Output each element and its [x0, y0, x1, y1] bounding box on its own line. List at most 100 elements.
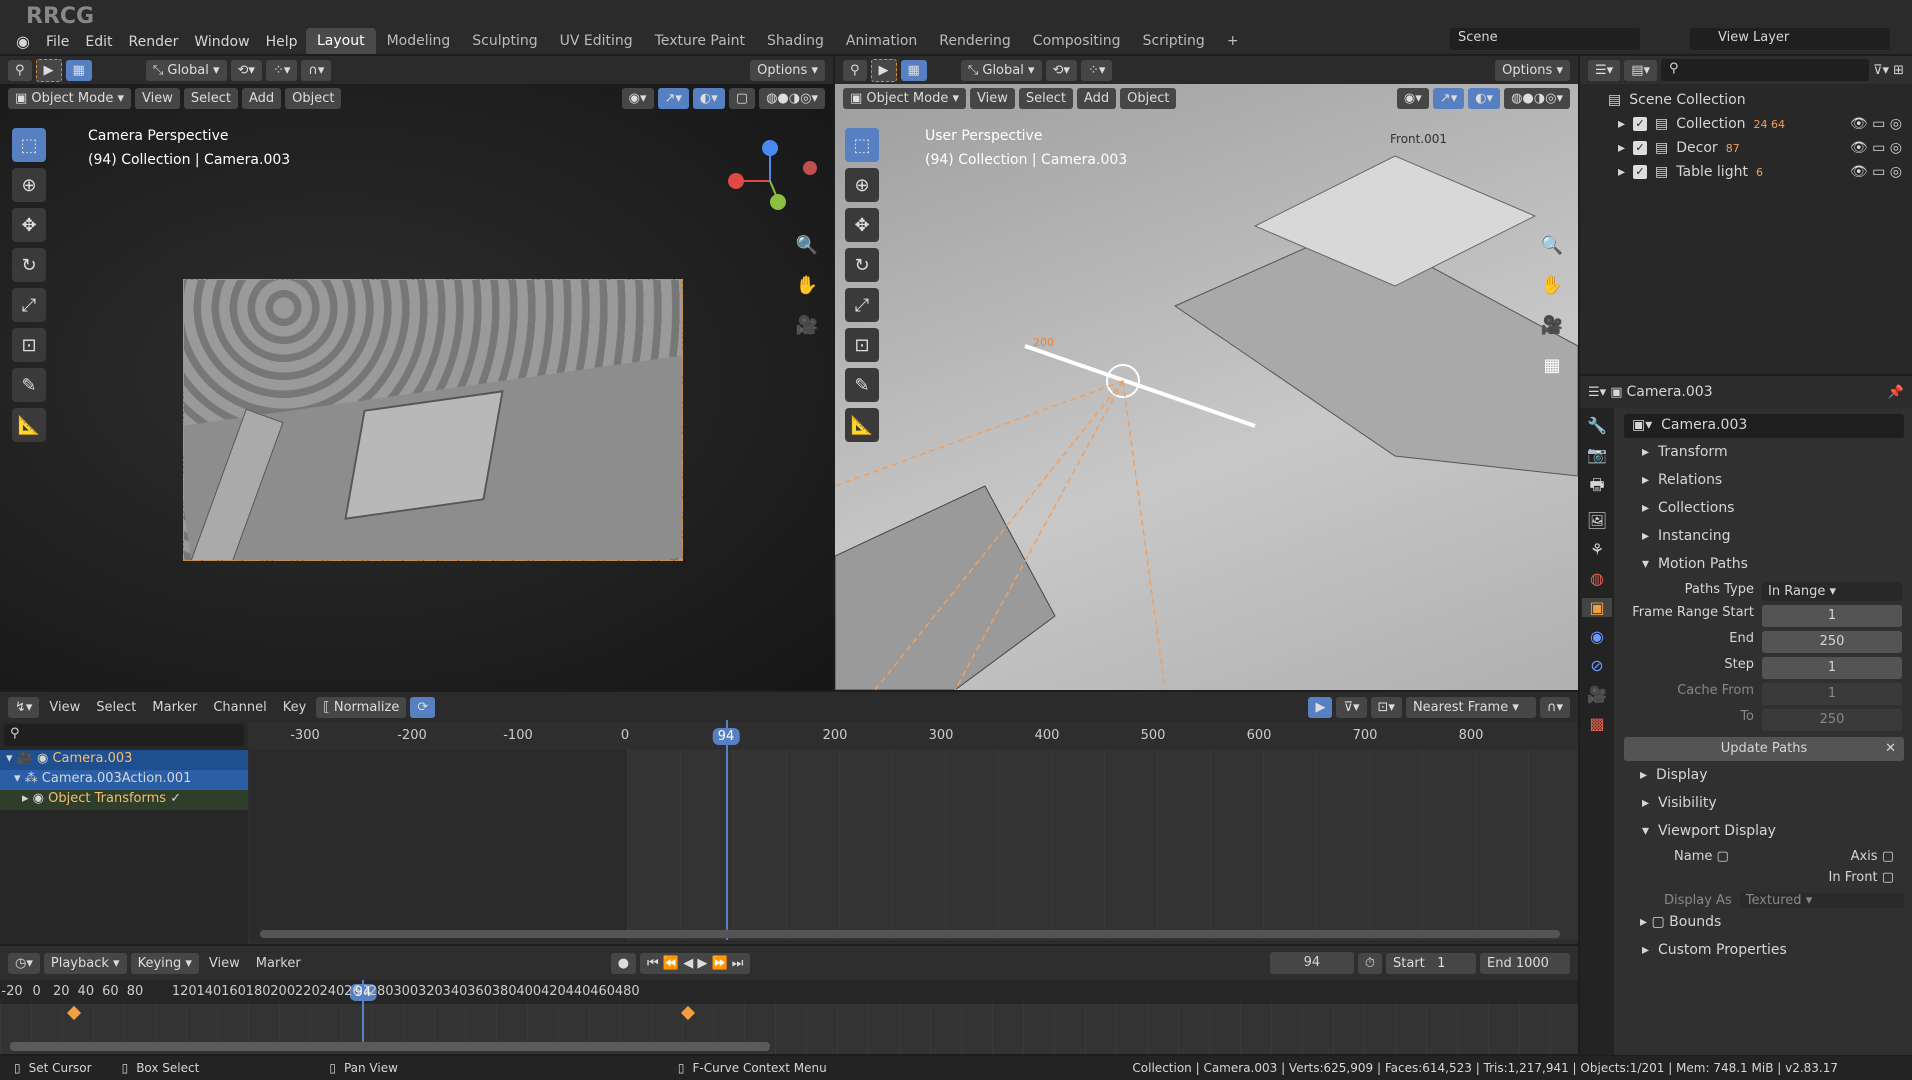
mode-dropdown[interactable]: ▣ Object Mode ▾ [8, 87, 131, 109]
tab-compositing[interactable]: Compositing [1022, 28, 1132, 54]
xray-icon[interactable]: ▢ [728, 87, 756, 109]
filter-icon[interactable]: ⊽▾ [1873, 63, 1889, 78]
keyframe-diamond[interactable] [680, 1005, 696, 1021]
name-toggle[interactable]: Name ▢ [1674, 849, 1729, 864]
editor-type-icon[interactable]: ↯▾ [8, 696, 40, 718]
tab-texture-paint[interactable]: Texture Paint [644, 28, 756, 54]
snap-icon[interactable]: ⁘▾ [265, 59, 298, 81]
current-frame-badge[interactable]: 94 [712, 728, 740, 745]
editor-type-icon[interactable]: ◷▾ [8, 952, 40, 974]
visibility-icons[interactable]: 👁 ▭ ◎ [1850, 164, 1902, 180]
tool-tab-icon[interactable]: 🔧 [1587, 416, 1607, 435]
scale-icon[interactable]: ⤢ [12, 288, 46, 322]
orientation-dropdown[interactable]: ⤡ Global ▾ [145, 59, 227, 81]
menu-add[interactable]: Add [241, 87, 282, 109]
menu-edit[interactable]: Edit [77, 30, 120, 54]
tab-rendering[interactable]: Rendering [928, 28, 1022, 54]
scene-collection-row[interactable]: ▤ Scene Collection [1580, 88, 1912, 112]
outliner-item-decor[interactable]: ▸ ✓ ▤ Decor 87 👁 ▭ ◎ [1580, 136, 1912, 160]
pivot-icon[interactable]: ⊡▾ [1370, 696, 1402, 718]
panel-relations[interactable]: ▸ Relations [1624, 466, 1904, 494]
menu-help[interactable]: Help [258, 30, 306, 54]
camera-view-icon[interactable]: 🎥 [790, 308, 824, 342]
keyframe-diamond[interactable] [66, 1005, 82, 1021]
graph-area[interactable] [250, 720, 1578, 942]
tab-scripting[interactable]: Scripting [1132, 28, 1216, 54]
editor-type-icon[interactable]: ☰▾ [1588, 385, 1606, 400]
proportional-icon[interactable]: ∩▾ [1539, 696, 1570, 718]
graph-editor[interactable]: ↯▾ View Select Marker Channel Key ⟦ Norm… [0, 692, 1578, 944]
end-field[interactable]: 250 [1762, 631, 1902, 653]
playhead-line[interactable] [362, 980, 364, 1048]
zoom-icon[interactable]: 🔍 [1535, 228, 1569, 262]
move-icon[interactable]: ✥ [12, 208, 46, 242]
select-tool-icon[interactable]: ▶ [35, 58, 62, 82]
panel-viewport-display[interactable]: ▾ Viewport Display [1624, 817, 1904, 845]
zoom-icon[interactable]: 🔍 [790, 228, 824, 262]
rotate-icon[interactable]: ↻ [845, 248, 879, 282]
tab-uv-editing[interactable]: UV Editing [549, 28, 644, 54]
measure-icon[interactable]: 📐 [845, 408, 879, 442]
physics-tab-icon[interactable]: ◉ [1590, 627, 1604, 646]
menu-window[interactable]: Window [186, 30, 257, 54]
user-viewport[interactable]: ⚲ ▶ ▦ ⤡ Global ▾ ⟲▾ ⁘▾ Options ▾ ▣ Objec… [835, 56, 1578, 690]
panel-display[interactable]: ▸ Display [1624, 761, 1904, 789]
horizontal-scrollbar[interactable] [10, 1042, 770, 1051]
world-tab-icon[interactable]: ◍ [1590, 569, 1604, 588]
measure-icon[interactable]: 📐 [12, 408, 46, 442]
menu-marker[interactable]: Marker [146, 700, 203, 715]
filter-icon[interactable]: ⊽▾ [1336, 696, 1367, 718]
visibility-icon[interactable]: ◉▾ [621, 87, 654, 109]
timeline[interactable]: ◷▾ Playback ▾ Keying ▾ View Marker ● ⏮ ⏪… [0, 946, 1578, 1054]
visibility-icons[interactable]: 👁 ▭ ◎ [1850, 140, 1902, 156]
timeline-track[interactable] [0, 980, 1578, 1054]
menu-render[interactable]: Render [121, 30, 187, 54]
bounds-toggle[interactable]: ▸ ▢ Bounds [1624, 908, 1904, 936]
panel-collections[interactable]: ▸ Collections [1624, 494, 1904, 522]
pan-hand-icon[interactable]: ✋ [790, 268, 824, 302]
frame-range-start-field[interactable]: 1 [1762, 605, 1902, 627]
tab-layout[interactable]: Layout [306, 28, 376, 54]
channel-action[interactable]: ▾ ⁂ Camera.003Action.001 [0, 770, 248, 790]
channel-search[interactable]: ⚲ [4, 724, 244, 746]
scene-selector[interactable]: Scene [1450, 28, 1640, 50]
filter-view-icon[interactable]: ▤▾ [1624, 59, 1657, 81]
expand-icon[interactable]: ▸ [1618, 140, 1625, 156]
ortho-grid-icon[interactable]: ▦ [1535, 348, 1569, 382]
in-front-toggle[interactable]: In Front ▢ [1624, 864, 1904, 885]
menu-view[interactable]: View [43, 700, 86, 715]
preview-range-icon[interactable]: ⏱ [1357, 952, 1382, 974]
expand-icon[interactable]: ▸ [1618, 116, 1625, 132]
menu-view[interactable]: View [203, 956, 246, 971]
timeline-ruler[interactable]: -200204060809412014016018020022024026028… [0, 980, 1578, 1004]
cursor-icon[interactable]: ⊕ [12, 168, 46, 202]
annotate-icon[interactable]: ✎ [12, 368, 46, 402]
constraints-tab-icon[interactable]: ⊘ [1590, 656, 1603, 675]
new-collection-icon[interactable]: ⊞ [1893, 63, 1904, 78]
tool-settings-icon[interactable]: ⚲ [8, 59, 32, 81]
panel-transform[interactable]: ▸ Transform [1624, 438, 1904, 466]
menu-file[interactable]: File [38, 30, 77, 54]
paths-type-dropdown[interactable]: In Range ▾ [1762, 582, 1902, 601]
exclude-checkbox[interactable]: ✓ [1633, 117, 1648, 131]
options-dropdown[interactable]: Options ▾ [750, 59, 825, 81]
transform-icon[interactable]: ⊡ [12, 328, 46, 362]
clear-paths-icon[interactable]: ✕ [1885, 737, 1896, 761]
object-tab-icon[interactable]: ▣ [1582, 598, 1612, 617]
outliner-item-collection[interactable]: ▸ ✓ ▤ Collection 24 64 👁 ▭ ◎ [1580, 112, 1912, 136]
overlay-icon[interactable]: ◐▾ [692, 87, 725, 109]
shading-modes-icon[interactable]: ◍●◑◎▾ [759, 87, 825, 109]
exclude-checkbox[interactable]: ✓ [1633, 165, 1648, 179]
outliner-search[interactable]: ⚲ [1661, 59, 1870, 81]
view-layer-selector[interactable]: View Layer [1690, 28, 1890, 50]
only-selected-icon[interactable]: ▶ [1308, 696, 1333, 718]
add-workspace-button[interactable]: + [1216, 28, 1250, 54]
blender-logo-icon[interactable]: ◉ [8, 28, 38, 55]
proportional-icon[interactable]: ∩▾ [301, 59, 332, 81]
end-frame-field[interactable]: End 1000 [1480, 952, 1570, 974]
texture-tab-icon[interactable]: ▩ [1589, 714, 1604, 733]
menu-select[interactable]: Select [90, 700, 142, 715]
object-data-tab-icon[interactable]: 🎥 [1587, 685, 1607, 704]
auto-keying-icon[interactable]: ● [610, 952, 637, 974]
object-name-field[interactable]: ▣▾ Camera.003 [1624, 414, 1904, 438]
